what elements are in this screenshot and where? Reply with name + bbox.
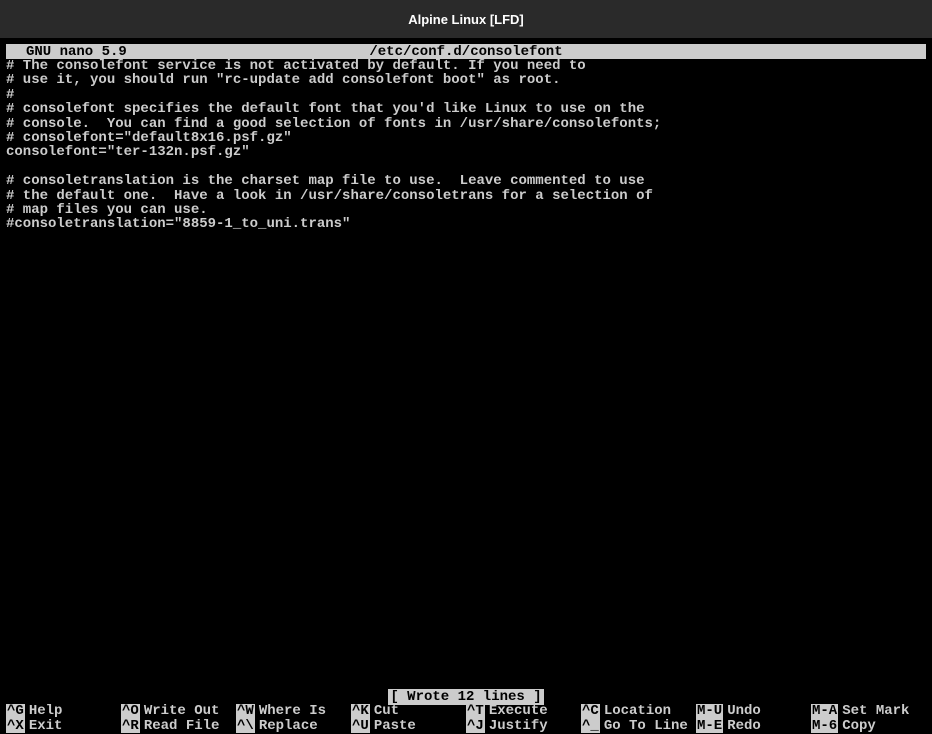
shortcut-gotoline[interactable]: ^_ Go To Line: [581, 719, 696, 733]
shortcut-key: ^_: [581, 719, 600, 733]
shortcut-label: Location: [604, 704, 671, 718]
shortcut-key: ^C: [581, 704, 600, 718]
shortcut-key: M-A: [811, 704, 838, 718]
shortcut-label: Help: [29, 704, 63, 718]
shortcut-label: Cut: [374, 704, 399, 718]
shortcut-label: Redo: [727, 719, 761, 733]
shortcut-readfile[interactable]: ^R Read File: [121, 719, 236, 733]
shortcut-label: Undo: [727, 704, 761, 718]
shortcut-key: ^T: [466, 704, 485, 718]
shortcut-label: Justify: [489, 719, 548, 733]
status-line: [ Wrote 12 lines ]: [6, 689, 926, 704]
shortcut-label: Read File: [144, 719, 220, 733]
shortcut-label: Paste: [374, 719, 416, 733]
nano-header: GNU nano 5.9 /etc/conf.d/consolefont: [6, 44, 926, 59]
shortcut-help[interactable]: ^G Help: [6, 704, 121, 718]
shortcut-location[interactable]: ^C Location: [581, 704, 696, 718]
shortcut-setmark[interactable]: M-A Set Mark: [811, 704, 926, 718]
shortcut-undo[interactable]: M-U Undo: [696, 704, 811, 718]
terminal: GNU nano 5.9 /etc/conf.d/consolefont # T…: [0, 38, 932, 733]
window-title-bar: Alpine Linux [LFD]: [0, 0, 932, 38]
shortcut-label: Execute: [489, 704, 548, 718]
shortcut-writeout[interactable]: ^O Write Out: [121, 704, 236, 718]
editor-content[interactable]: # The consolefont service is not activat…: [0, 59, 932, 689]
shortcut-replace[interactable]: ^\ Replace: [236, 719, 351, 733]
shortcut-key: ^\: [236, 719, 255, 733]
shortcut-key: ^X: [6, 719, 25, 733]
shortcut-label: Write Out: [144, 704, 220, 718]
shortcut-label: Go To Line: [604, 719, 688, 733]
shortcut-key: ^O: [121, 704, 140, 718]
shortcut-key: ^W: [236, 704, 255, 718]
shortcut-label: Exit: [29, 719, 63, 733]
shortcut-copy[interactable]: M-6 Copy: [811, 719, 926, 733]
shortcut-exit[interactable]: ^X Exit: [6, 719, 121, 733]
shortcut-key: M-6: [811, 719, 838, 733]
shortcut-key: M-U: [696, 704, 723, 718]
shortcut-execute[interactable]: ^T Execute: [466, 704, 581, 718]
nano-version: GNU nano 5.9: [26, 44, 127, 60]
shortcuts-bar: ^G Help ^O Write Out ^W Where Is ^K Cut …: [0, 704, 932, 733]
shortcut-redo[interactable]: M-E Redo: [696, 719, 811, 733]
window-title: Alpine Linux [LFD]: [408, 12, 524, 27]
shortcut-justify[interactable]: ^J Justify: [466, 719, 581, 733]
shortcut-label: Where Is: [259, 704, 326, 718]
shortcut-key: ^U: [351, 719, 370, 733]
shortcut-paste[interactable]: ^U Paste: [351, 719, 466, 733]
shortcut-cut[interactable]: ^K Cut: [351, 704, 466, 718]
shortcut-whereis[interactable]: ^W Where Is: [236, 704, 351, 718]
shortcut-label: Set Mark: [842, 704, 909, 718]
shortcut-key: ^K: [351, 704, 370, 718]
shortcut-label: Copy: [842, 719, 876, 733]
shortcut-label: Replace: [259, 719, 318, 733]
shortcut-key: ^J: [466, 719, 485, 733]
shortcut-key: ^R: [121, 719, 140, 733]
nano-filepath: /etc/conf.d/consolefont: [369, 44, 562, 60]
shortcut-key: ^G: [6, 704, 25, 718]
shortcut-key: M-E: [696, 719, 723, 733]
